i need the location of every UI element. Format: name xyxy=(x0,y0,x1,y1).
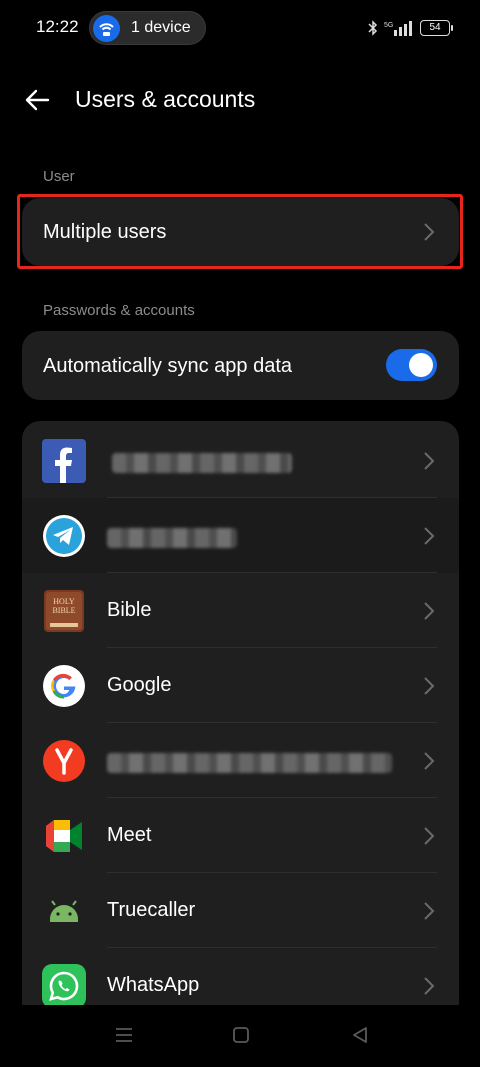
passwords-section-label: Passwords & accounts xyxy=(43,302,195,319)
chevron-right-icon xyxy=(424,827,435,845)
chevron-right-icon xyxy=(424,452,435,470)
list-item[interactable] xyxy=(22,498,459,573)
chevron-right-icon xyxy=(424,902,435,920)
auto-sync-toggle[interactable] xyxy=(386,349,437,381)
auto-sync-label: Automatically sync app data xyxy=(43,355,293,377)
account-name: Google xyxy=(107,674,172,696)
back-triangle-icon[interactable] xyxy=(348,1023,372,1047)
svg-text:HOLY: HOLY xyxy=(53,597,75,606)
status-bar: 12:22 1 device 5G 54 xyxy=(0,0,480,56)
meet-icon xyxy=(46,820,82,852)
device-count-label: 1 device xyxy=(131,19,191,36)
toggle-knob xyxy=(409,353,433,377)
page-header: Users & accounts xyxy=(0,78,480,122)
chevron-right-icon xyxy=(424,602,435,620)
list-item[interactable]: HOLY BIBLE Bible xyxy=(22,573,459,648)
system-nav-bar xyxy=(0,1005,480,1067)
list-item[interactable] xyxy=(22,423,459,498)
wifi-share-icon xyxy=(93,15,120,42)
google-icon xyxy=(43,665,85,707)
yandex-icon xyxy=(43,740,85,782)
redacted-account-name xyxy=(107,528,237,548)
bible-icon: HOLYBIBLE xyxy=(44,590,84,632)
chevron-right-icon xyxy=(424,977,435,995)
android-icon xyxy=(50,900,78,922)
home-icon[interactable] xyxy=(229,1023,253,1047)
back-arrow-icon[interactable] xyxy=(22,84,54,116)
clock: 12:22 xyxy=(36,17,79,36)
page-title: Users & accounts xyxy=(75,86,256,112)
connected-devices-pill[interactable]: 1 device xyxy=(89,11,206,45)
svg-text:5G: 5G xyxy=(384,22,393,29)
battery-level: 54 xyxy=(429,22,441,33)
battery-icon: 54 xyxy=(420,20,453,36)
chevron-right-icon xyxy=(424,677,435,695)
list-item[interactable]: Google xyxy=(22,648,459,723)
account-name: WhatsApp xyxy=(107,974,200,996)
facebook-icon xyxy=(42,439,86,483)
redacted-account-name xyxy=(107,753,392,773)
list-item[interactable] xyxy=(22,723,459,798)
account-name: Truecaller xyxy=(107,899,196,921)
bluetooth-icon xyxy=(368,20,378,36)
accounts-list: HOLY BIBLE Bible Google Meet Truecaller … xyxy=(22,421,459,1021)
signal-icon: 5G xyxy=(384,21,412,36)
telegram-icon xyxy=(43,515,85,557)
chevron-right-icon xyxy=(424,527,435,545)
auto-sync-row[interactable]: Automatically sync app data xyxy=(22,331,459,400)
highlight-box xyxy=(17,194,463,269)
list-item[interactable]: Meet xyxy=(22,798,459,873)
redacted-account-name xyxy=(112,453,292,473)
account-name: Meet xyxy=(107,824,152,846)
list-item[interactable]: Truecaller xyxy=(22,873,459,948)
user-section-label: User xyxy=(43,168,75,185)
whatsapp-icon xyxy=(42,964,86,1008)
account-name: Bible xyxy=(107,599,152,621)
chevron-right-icon xyxy=(424,752,435,770)
svg-text:BIBLE: BIBLE xyxy=(52,606,75,615)
menu-icon[interactable] xyxy=(112,1023,136,1047)
